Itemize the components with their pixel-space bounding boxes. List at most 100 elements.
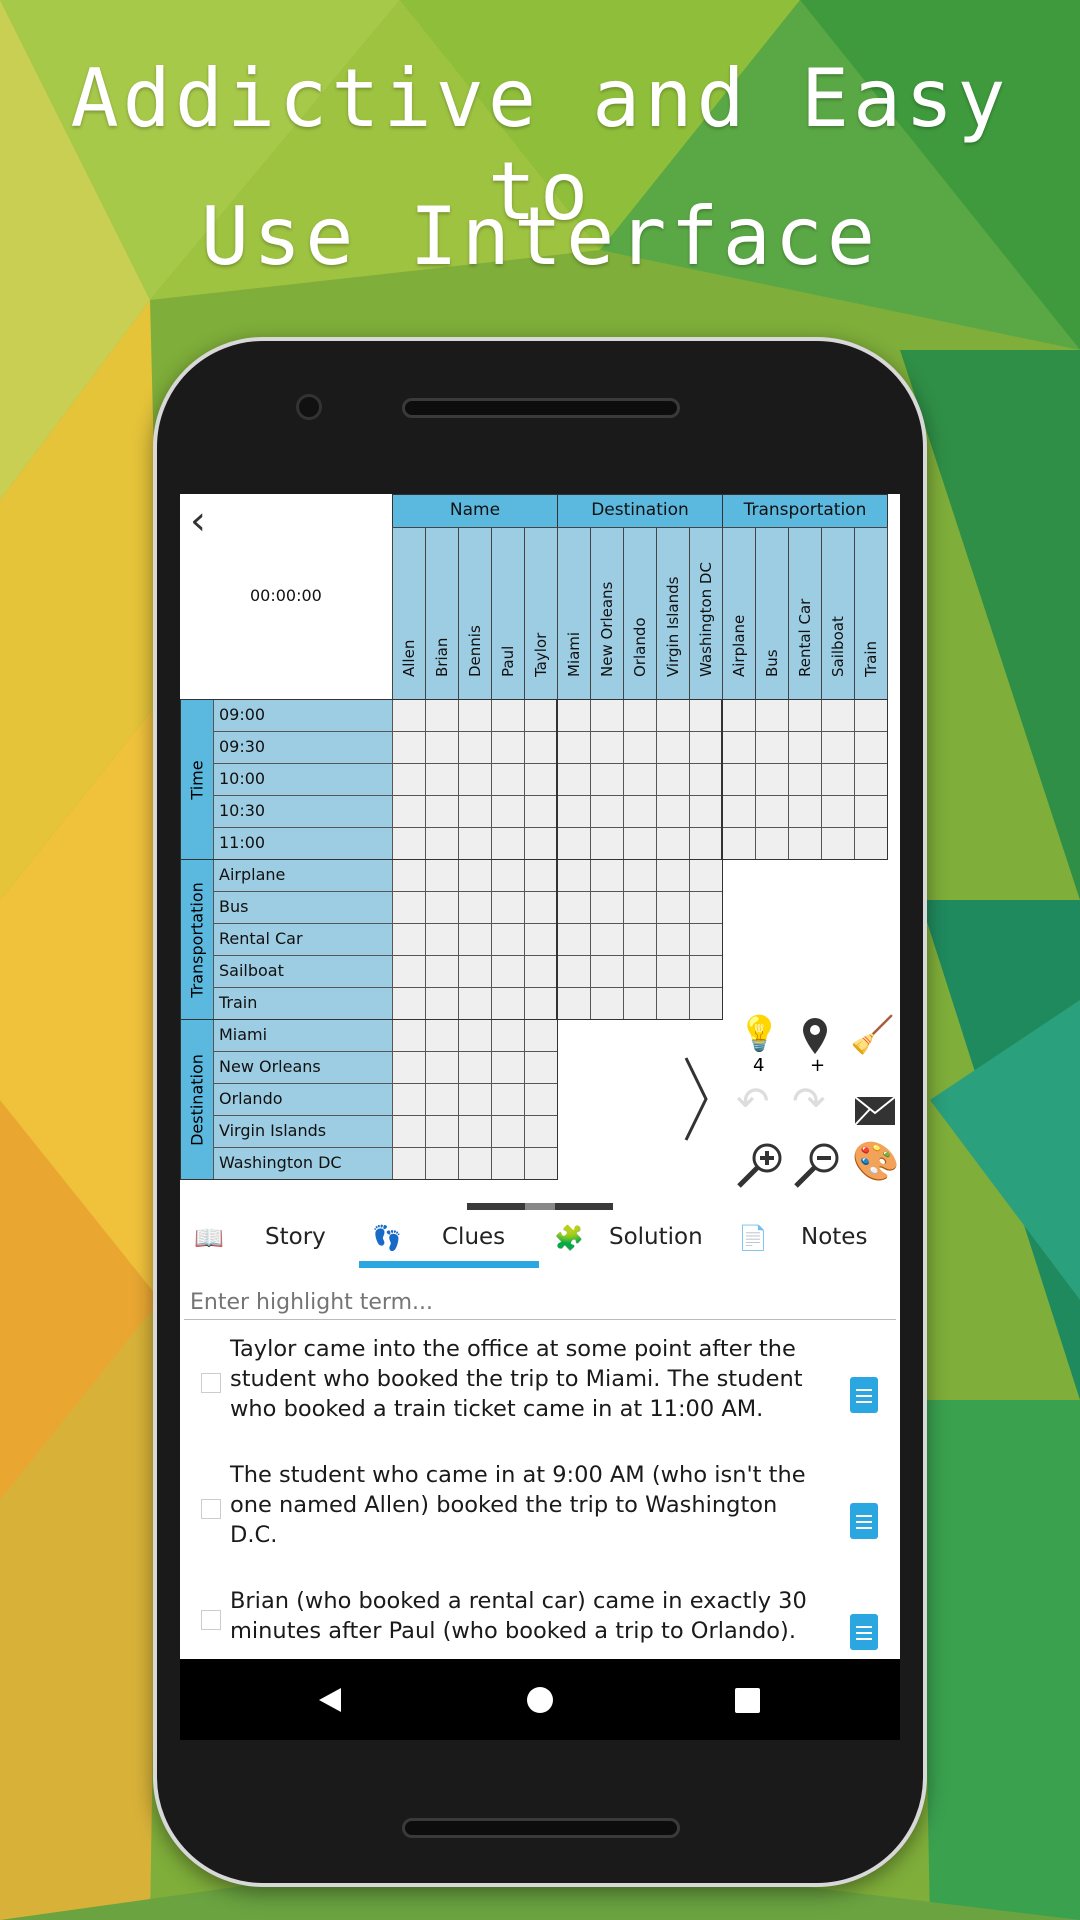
grid-cell[interactable]	[656, 955, 690, 988]
grid-cell[interactable]	[392, 955, 426, 988]
grid-cell[interactable]	[590, 763, 624, 796]
grid-cell[interactable]	[425, 731, 459, 764]
grid-cell[interactable]	[491, 699, 525, 732]
chevron-right-icon[interactable]	[682, 1054, 712, 1144]
grid-cell[interactable]	[656, 731, 690, 764]
grid-cell[interactable]	[788, 763, 822, 796]
grid-cell[interactable]	[392, 827, 426, 860]
tab-story[interactable]: Story	[265, 1224, 326, 1250]
grid-cell[interactable]	[524, 987, 558, 1020]
grid-cell[interactable]	[458, 1147, 492, 1180]
grid-cell[interactable]	[590, 699, 624, 732]
grid-cell[interactable]	[524, 763, 558, 796]
grid-cell[interactable]	[392, 987, 426, 1020]
grid-cell[interactable]	[425, 987, 459, 1020]
grid-cell[interactable]	[557, 731, 591, 764]
nav-back-icon[interactable]	[317, 1686, 343, 1714]
grid-cell[interactable]	[491, 795, 525, 828]
grid-cell[interactable]	[755, 699, 789, 732]
grid-cell[interactable]	[590, 859, 624, 892]
grid-cell[interactable]	[392, 795, 426, 828]
hint-bulb-icon[interactable]: 💡	[738, 1014, 780, 1054]
grid-cell[interactable]	[491, 923, 525, 956]
grid-cell[interactable]	[821, 699, 855, 732]
grid-cell[interactable]	[425, 859, 459, 892]
grid-cell[interactable]	[656, 891, 690, 924]
nav-home-icon[interactable]	[527, 1687, 553, 1713]
grid-cell[interactable]	[392, 891, 426, 924]
nav-recents-icon[interactable]	[735, 1688, 760, 1713]
zoom-out-icon[interactable]	[792, 1142, 842, 1190]
grid-cell[interactable]	[623, 699, 657, 732]
grid-cell[interactable]	[656, 987, 690, 1020]
grid-cell[interactable]	[425, 891, 459, 924]
grid-cell[interactable]	[557, 795, 591, 828]
grid-cell[interactable]	[491, 731, 525, 764]
grid-cell[interactable]	[458, 987, 492, 1020]
grid-cell[interactable]	[590, 795, 624, 828]
grid-cell[interactable]	[590, 827, 624, 860]
grid-cell[interactable]	[524, 699, 558, 732]
grid-cell[interactable]	[656, 923, 690, 956]
grid-cell[interactable]	[425, 763, 459, 796]
grid-cell[interactable]	[458, 1083, 492, 1116]
grid-cell[interactable]	[458, 731, 492, 764]
grid-cell[interactable]	[458, 1051, 492, 1084]
grid-cell[interactable]	[656, 699, 690, 732]
grid-cell[interactable]	[425, 1115, 459, 1148]
grid-cell[interactable]	[524, 923, 558, 956]
highlight-search-input[interactable]	[184, 1286, 896, 1320]
tab-notes[interactable]: Notes	[801, 1224, 867, 1250]
grid-cell[interactable]	[425, 795, 459, 828]
grid-cell[interactable]	[425, 827, 459, 860]
grid-cell[interactable]	[392, 1083, 426, 1116]
grid-cell[interactable]	[524, 731, 558, 764]
grid-cell[interactable]	[458, 699, 492, 732]
grid-cell[interactable]	[557, 827, 591, 860]
grid-cell[interactable]	[689, 987, 723, 1020]
map-pin-icon[interactable]	[800, 1016, 830, 1056]
grid-cell[interactable]	[656, 859, 690, 892]
grid-cell[interactable]	[392, 1147, 426, 1180]
grid-cell[interactable]	[788, 795, 822, 828]
grid-cell[interactable]	[458, 763, 492, 796]
grid-cell[interactable]	[590, 891, 624, 924]
grid-cell[interactable]	[689, 699, 723, 732]
clue-note-icon[interactable]	[850, 1614, 878, 1650]
grid-cell[interactable]	[491, 1051, 525, 1084]
grid-cell[interactable]	[623, 731, 657, 764]
clue-checkbox[interactable]	[201, 1610, 221, 1630]
grid-cell[interactable]	[491, 1147, 525, 1180]
grid-cell[interactable]	[689, 923, 723, 956]
tab-solution[interactable]: Solution	[609, 1224, 703, 1250]
grid-cell[interactable]	[491, 1019, 525, 1052]
grid-cell[interactable]	[524, 891, 558, 924]
broom-icon[interactable]: 🧹	[850, 1014, 895, 1056]
grid-cell[interactable]	[491, 859, 525, 892]
palette-icon[interactable]: 🎨	[852, 1139, 899, 1184]
grid-cell[interactable]	[689, 763, 723, 796]
grid-cell[interactable]	[425, 1019, 459, 1052]
grid-cell[interactable]	[590, 955, 624, 988]
grid-cell[interactable]	[524, 859, 558, 892]
grid-cell[interactable]	[524, 1019, 558, 1052]
grid-cell[interactable]	[491, 1115, 525, 1148]
grid-cell[interactable]	[656, 827, 690, 860]
tab-clues[interactable]: Clues	[442, 1224, 505, 1250]
zoom-in-icon[interactable]	[735, 1142, 785, 1190]
grid-cell[interactable]	[458, 891, 492, 924]
grid-cell[interactable]	[524, 1147, 558, 1180]
grid-cell[interactable]	[491, 1083, 525, 1116]
grid-cell[interactable]	[425, 1147, 459, 1180]
grid-cell[interactable]	[755, 795, 789, 828]
grid-cell[interactable]	[524, 827, 558, 860]
grid-cell[interactable]	[557, 923, 591, 956]
grid-cell[interactable]	[788, 731, 822, 764]
grid-cell[interactable]	[755, 731, 789, 764]
grid-cell[interactable]	[590, 923, 624, 956]
clue-note-icon[interactable]	[850, 1377, 878, 1413]
grid-cell[interactable]	[524, 1083, 558, 1116]
clue-checkbox[interactable]	[201, 1373, 221, 1393]
grid-cell[interactable]	[557, 859, 591, 892]
grid-cell[interactable]	[590, 731, 624, 764]
